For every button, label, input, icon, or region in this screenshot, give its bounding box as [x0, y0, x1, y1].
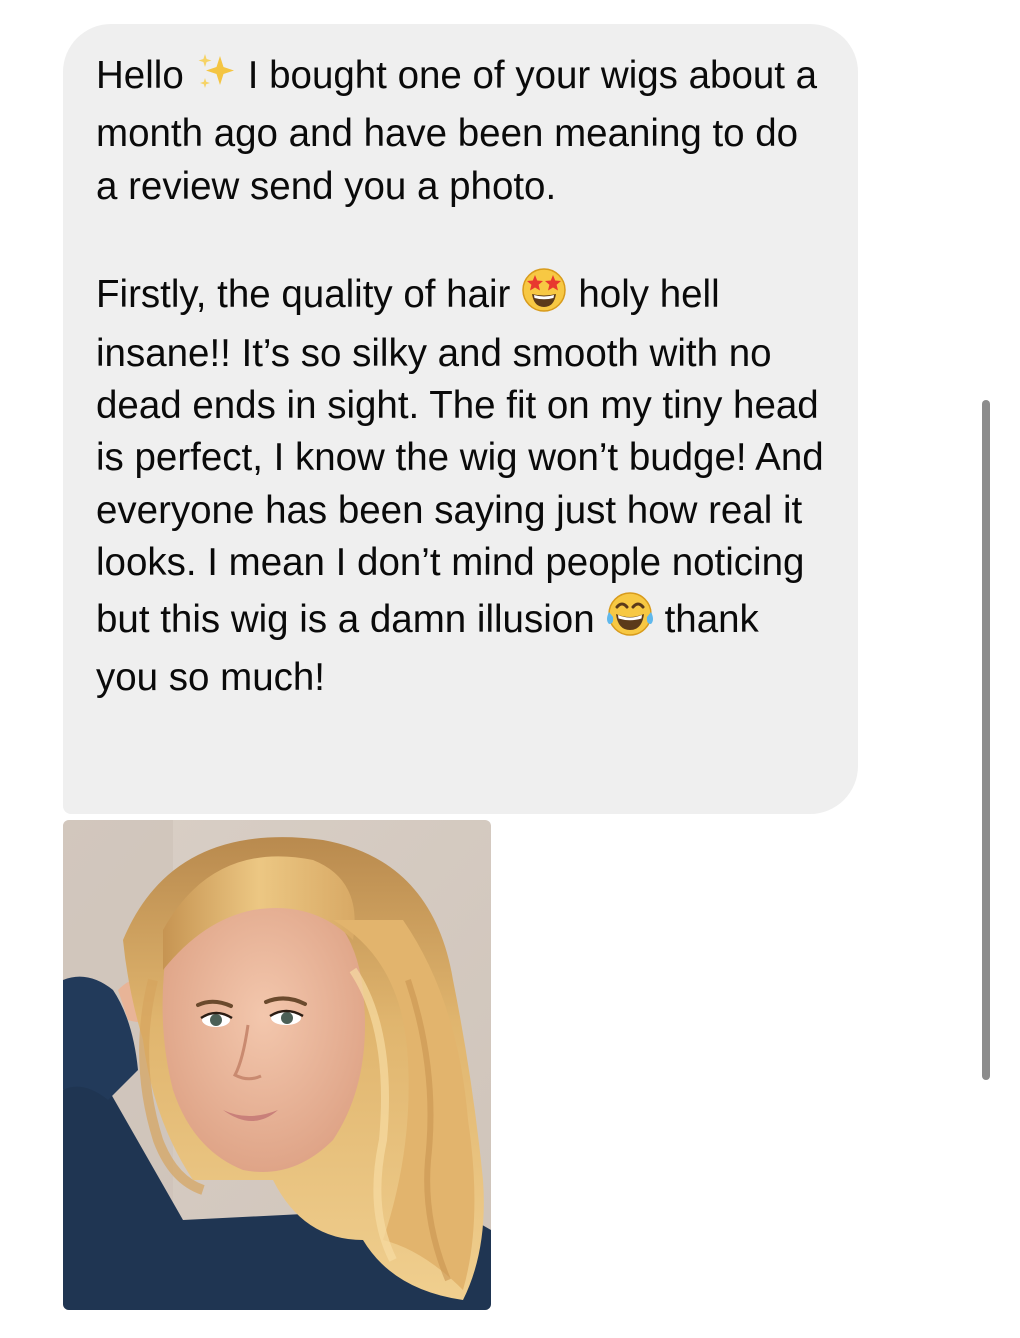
selfie-photo-image: [63, 820, 491, 1310]
message-paragraph-1: Hello I bought one of your wigs about a …: [96, 50, 828, 213]
greeting-text: Hello: [96, 54, 184, 97]
attached-photo[interactable]: [63, 820, 491, 1310]
chat-thread: Hello I bought one of your wigs about a …: [0, 0, 1020, 1338]
message-text-2a: Firstly, the quality of hair: [96, 273, 511, 317]
sparkles-icon: [194, 50, 238, 108]
vertical-scrollbar[interactable]: [982, 400, 990, 1080]
message-paragraph-2: Firstly, the quality of hair holy hell i…: [96, 265, 828, 704]
star-struck-icon: [520, 265, 568, 327]
received-message-bubble[interactable]: Hello I bought one of your wigs about a …: [63, 24, 858, 814]
message-text-2b: holy hell insane!! It’s so silky and smo…: [96, 273, 824, 641]
tears-of-joy-icon: [605, 590, 655, 652]
